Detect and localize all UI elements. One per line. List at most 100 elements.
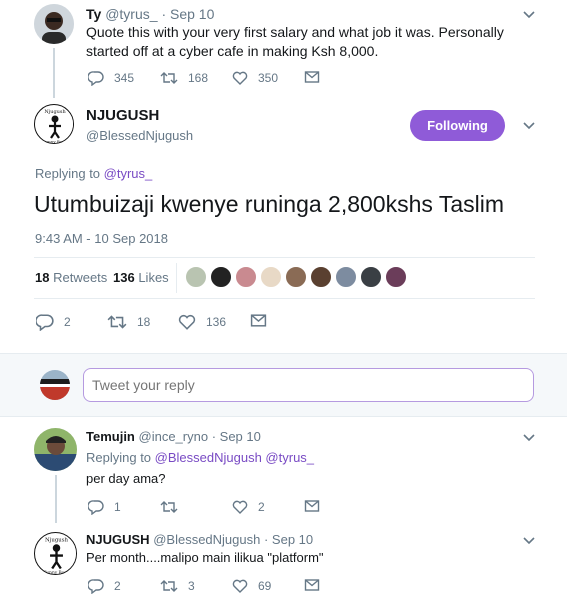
avatar[interactable]	[235, 266, 257, 288]
avatar[interactable]	[34, 428, 77, 471]
like-count: 69	[258, 579, 272, 593]
retweet-icon	[107, 315, 127, 329]
reply-count: 2	[64, 315, 71, 329]
author-name[interactable]: Temujin	[86, 429, 135, 444]
retweet-icon	[160, 72, 178, 84]
mail-icon	[304, 71, 320, 83]
author-handle[interactable]: @BlessedNjugush	[86, 128, 193, 143]
author-handle[interactable]: @ince_ryno	[139, 429, 209, 444]
reply-icon	[88, 579, 104, 594]
avatar[interactable]	[34, 4, 74, 44]
likes-stat-label: Likes	[138, 270, 169, 285]
retweet-button[interactable]: 18	[107, 313, 150, 331]
tweet-text: Per month....malipo main ilikua "platfor…	[86, 550, 324, 565]
author-name[interactable]: NJUGUSH	[86, 532, 150, 547]
avatar[interactable]	[360, 266, 382, 288]
avatar[interactable]	[310, 266, 332, 288]
replying-to-label: Replying to	[35, 166, 101, 181]
reply-count: 2	[114, 579, 121, 593]
reply-icon	[88, 500, 104, 515]
avatar[interactable]	[285, 266, 307, 288]
retweets-stat-count: 18	[35, 270, 50, 285]
retweet-count: 3	[188, 579, 195, 593]
like-count: 136	[206, 315, 227, 329]
following-label: Following	[427, 118, 488, 133]
heart-icon	[178, 314, 196, 330]
liker-avatars	[185, 266, 410, 288]
divider	[34, 257, 535, 258]
reply-button[interactable]: 2	[36, 313, 71, 331]
author-name[interactable]: NJUGUSH	[86, 107, 159, 124]
svg-text:Njugush: Njugush	[44, 109, 66, 115]
tweet-date[interactable]: · Sep 10	[161, 6, 214, 22]
mail-icon	[304, 579, 320, 591]
reply-count: 1	[114, 500, 121, 514]
chevron-down-icon[interactable]	[522, 10, 536, 20]
retweet-count: 168	[188, 71, 209, 85]
reply-input[interactable]	[83, 368, 534, 402]
reply-icon	[88, 71, 104, 86]
tweet-text: per day ama?	[86, 471, 166, 486]
direct-message-button[interactable]	[304, 578, 330, 592]
author-handle[interactable]: @tyrus_	[105, 6, 157, 22]
likes-stat[interactable]: 136 Likes	[113, 270, 169, 285]
svg-text:Njugush: Njugush	[45, 538, 68, 544]
chevron-down-icon[interactable]	[522, 433, 536, 443]
divider	[34, 298, 535, 299]
following-button[interactable]: Following	[410, 110, 505, 141]
reply-button[interactable]: 2	[88, 578, 121, 594]
avatar[interactable]	[210, 266, 232, 288]
mail-icon	[304, 500, 320, 512]
tweet-date[interactable]: · Sep 10	[264, 532, 313, 547]
svg-text:Funny Bone: Funny Bone	[43, 139, 68, 144]
retweet-icon	[160, 501, 178, 513]
tweet-timestamp[interactable]: 9:43 AM - 10 Sep 2018	[35, 231, 168, 246]
reply-icon	[36, 314, 54, 331]
reply-composer	[0, 353, 567, 417]
avatar[interactable]	[385, 266, 407, 288]
author-handle[interactable]: @BlessedNjugush	[153, 532, 260, 547]
reply-button[interactable]: 1	[88, 499, 121, 515]
retweet-button[interactable]	[160, 499, 188, 515]
heart-icon	[232, 579, 248, 593]
like-button[interactable]: 136	[178, 313, 226, 331]
direct-message-button[interactable]	[304, 499, 330, 513]
avatar	[40, 370, 70, 400]
retweets-stat[interactable]: 18 Retweets	[35, 270, 107, 285]
mail-icon	[250, 314, 267, 327]
retweet-button[interactable]: 168	[160, 70, 208, 86]
direct-message-button[interactable]	[304, 70, 330, 84]
tweet-text: Quote this with your very first salary a…	[86, 24, 504, 59]
chevron-down-icon[interactable]	[522, 121, 536, 131]
thread-line	[53, 48, 55, 98]
like-button[interactable]: 350	[232, 70, 278, 86]
reply-count: 345	[114, 71, 135, 85]
retweet-button[interactable]: 3	[160, 578, 195, 594]
replying-to-link[interactable]: @BlessedNjugush @tyrus_	[155, 450, 314, 465]
chevron-down-icon[interactable]	[522, 536, 536, 546]
direct-message-button[interactable]	[250, 313, 277, 328]
retweets-stat-label: Retweets	[53, 270, 108, 285]
avatar[interactable]	[185, 266, 207, 288]
like-button[interactable]: 69	[232, 578, 271, 594]
avatar[interactable]: Njugush Funny Bone	[34, 104, 74, 144]
heart-icon	[232, 71, 248, 85]
tweet-text: Utumbuizaji kwenye runinga 2,800kshs Tas…	[34, 191, 505, 217]
replying-to-label: Replying to	[86, 450, 152, 465]
reply-button[interactable]: 345	[88, 70, 134, 86]
replying-to-link[interactable]: @tyrus_	[104, 166, 153, 181]
avatar[interactable]: Njugush Funny Bone	[34, 532, 77, 575]
tweet-date[interactable]: · Sep 10	[212, 429, 261, 444]
like-button[interactable]: 2	[232, 499, 265, 515]
like-count: 2	[258, 500, 265, 514]
heart-icon	[232, 500, 248, 514]
retweet-count: 18	[137, 315, 151, 329]
like-count: 350	[258, 71, 279, 85]
likes-stat-count: 136	[113, 270, 135, 285]
stats-separator	[176, 263, 177, 293]
avatar[interactable]	[260, 266, 282, 288]
retweet-icon	[160, 580, 178, 592]
author-name[interactable]: Ty	[86, 6, 101, 22]
svg-text:Funny Bone: Funny Bone	[43, 571, 70, 575]
avatar[interactable]	[335, 266, 357, 288]
